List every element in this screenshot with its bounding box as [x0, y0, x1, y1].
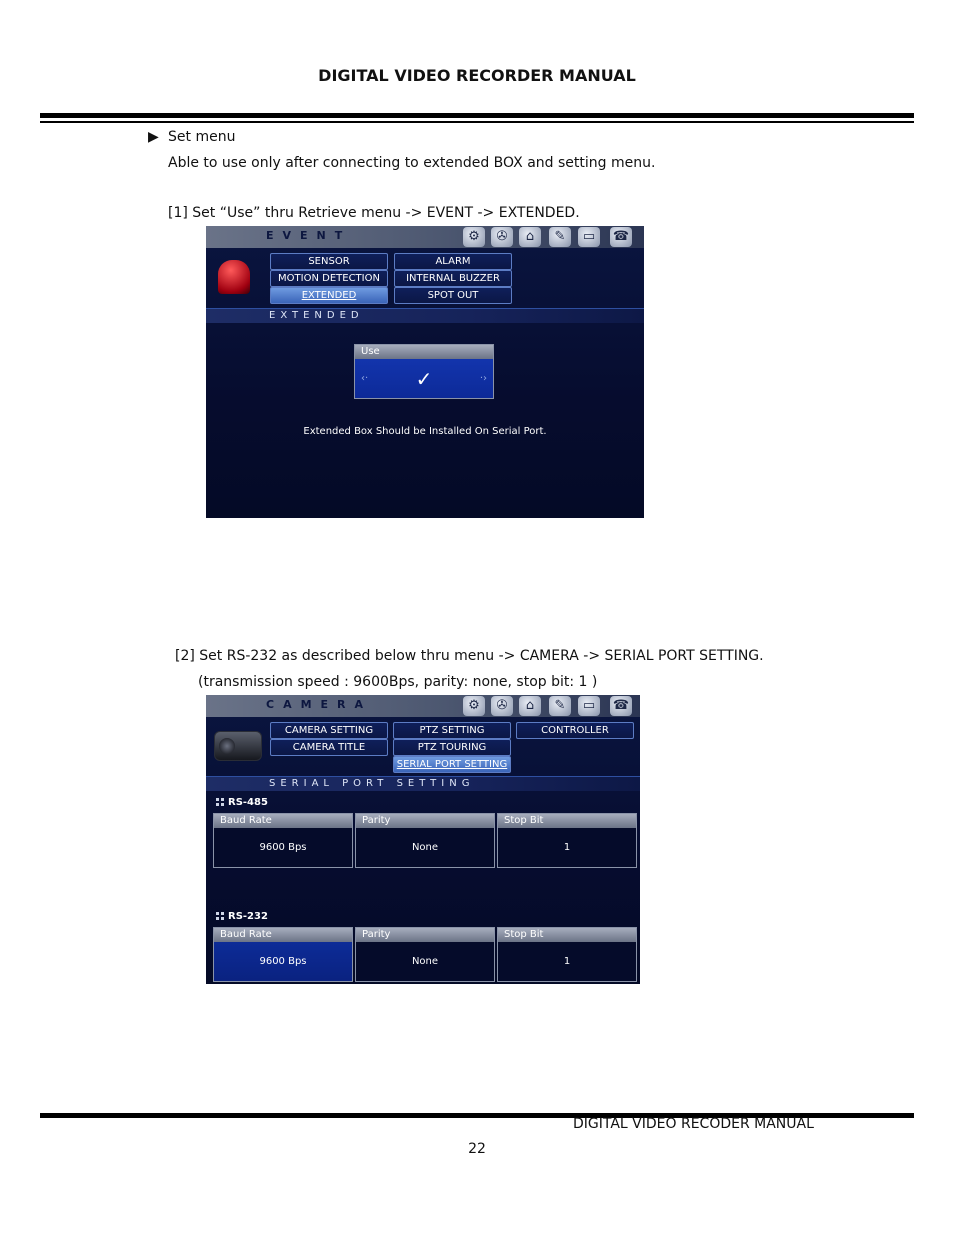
alarm-icon[interactable]: ☎	[610, 696, 632, 716]
section-bar: EXTENDED	[206, 308, 644, 323]
menu-controller[interactable]: CONTROLLER	[516, 722, 634, 739]
camera-lens-icon	[219, 738, 235, 754]
alarm-light-icon	[218, 260, 250, 294]
screen-title: CAMERA	[266, 698, 373, 711]
grid-icon	[216, 798, 224, 806]
parity-value: None	[411, 842, 439, 853]
parity-label: Parity	[356, 814, 494, 828]
menu-alarm[interactable]: ALARM	[394, 253, 512, 270]
use-label: Use	[355, 345, 493, 359]
menu-ptz-setting[interactable]: PTZ SETTING	[393, 722, 511, 739]
rs232-label: RS-232	[216, 911, 268, 922]
menu-ptz-touring[interactable]: PTZ TOURING	[393, 739, 511, 756]
gear-icon[interactable]: ⚙	[463, 227, 485, 247]
stop-bit-value: 1	[563, 842, 571, 853]
stop-bit-value: 1	[563, 956, 571, 967]
stop-bit-label: Stop Bit	[498, 814, 636, 828]
menu-motion-detection[interactable]: MOTION DETECTION	[270, 270, 388, 287]
baud-rate-label: Baud Rate	[214, 928, 352, 942]
parity-value: None	[411, 956, 439, 967]
top-bar: CAMERA ⚙ ✇ ⌂ ✎ ▭ ☎	[206, 695, 640, 717]
menu-serial-port-setting[interactable]: SERIAL PORT SETTING	[393, 756, 511, 773]
arrow-right-icon[interactable]: ·›	[480, 373, 487, 384]
menu-camera-setting[interactable]: CAMERA SETTING	[270, 722, 388, 739]
section-bar: SERIAL PORT SETTING	[206, 776, 640, 791]
grid-icon	[216, 912, 224, 920]
network-icon[interactable]: ⌂	[519, 696, 541, 716]
stop-bit-label: Stop Bit	[498, 928, 636, 942]
rs232-stop-bit[interactable]: Stop Bit 1	[497, 927, 637, 982]
use-setting-box[interactable]: Use ‹· ✓ ·›	[354, 344, 494, 399]
page-number: 22	[468, 1141, 486, 1157]
alarm-icon[interactable]: ☎	[610, 227, 632, 247]
rs485-stop-bit[interactable]: Stop Bit 1	[497, 813, 637, 868]
menu-spot-out[interactable]: SPOT OUT	[394, 287, 512, 304]
baud-rate-value: 9600 Bps	[259, 842, 307, 853]
header-rule-thin	[40, 121, 914, 123]
extended-box-notice: Extended Box Should be Installed On Seri…	[303, 426, 547, 437]
tool-icon[interactable]: ✎	[549, 696, 571, 716]
tool-icon[interactable]: ✎	[549, 227, 571, 247]
section-title: SERIAL PORT SETTING	[269, 778, 475, 789]
film-reel-icon[interactable]: ✇	[491, 696, 513, 716]
menu-sensor[interactable]: SENSOR	[270, 253, 388, 270]
network-icon[interactable]: ⌂	[519, 227, 541, 247]
rs485-baud-rate[interactable]: Baud Rate 9600 Bps	[213, 813, 353, 868]
use-checkmark: ✓	[415, 367, 433, 391]
rs485-label: RS-485	[216, 797, 268, 808]
top-bar: EVENT ⚙ ✇ ⌂ ✎ ▭ ☎	[206, 226, 644, 248]
footer-title: DIGITAL VIDEO RECODER MANUAL	[573, 1116, 814, 1132]
document-title: DIGITAL VIDEO RECORDER MANUAL	[318, 66, 636, 85]
film-reel-icon[interactable]: ✇	[491, 227, 513, 247]
baud-rate-label: Baud Rate	[214, 814, 352, 828]
section-title: EXTENDED	[269, 310, 364, 321]
menu-extended[interactable]: EXTENDED	[270, 287, 388, 304]
menu-internal-buzzer[interactable]: INTERNAL BUZZER	[394, 270, 512, 287]
gear-icon[interactable]: ⚙	[463, 696, 485, 716]
parity-label: Parity	[356, 928, 494, 942]
rs232-parity[interactable]: Parity None	[355, 927, 495, 982]
section-intro: Able to use only after connecting to ext…	[168, 155, 656, 171]
step-2-note: (transmission speed : 9600Bps, parity: n…	[198, 674, 598, 690]
camera-serial-port-screenshot: CAMERA ⚙ ✇ ⌂ ✎ ▭ ☎ CAMERA SETTING PTZ SE…	[206, 695, 640, 984]
rs232-baud-rate[interactable]: Baud Rate 9600 Bps	[213, 927, 353, 982]
step-2-text: [2] Set RS-232 as described below thru m…	[175, 648, 764, 664]
monitor-icon[interactable]: ▭	[578, 227, 600, 247]
section-heading: Set menu	[168, 129, 236, 145]
bullet-marker: ▶	[148, 129, 159, 145]
step-1-text: [1] Set “Use” thru Retrieve menu -> EVEN…	[168, 205, 580, 221]
baud-rate-value: 9600 Bps	[259, 956, 307, 967]
camera-icon	[214, 731, 262, 761]
menu-camera-title[interactable]: CAMERA TITLE	[270, 739, 388, 756]
screen-title: EVENT	[266, 229, 352, 242]
header-rule	[40, 113, 914, 118]
event-extended-screenshot: EVENT ⚙ ✇ ⌂ ✎ ▭ ☎ SENSOR ALARM MOTION DE…	[206, 226, 644, 518]
monitor-icon[interactable]: ▭	[578, 696, 600, 716]
rs485-parity[interactable]: Parity None	[355, 813, 495, 868]
